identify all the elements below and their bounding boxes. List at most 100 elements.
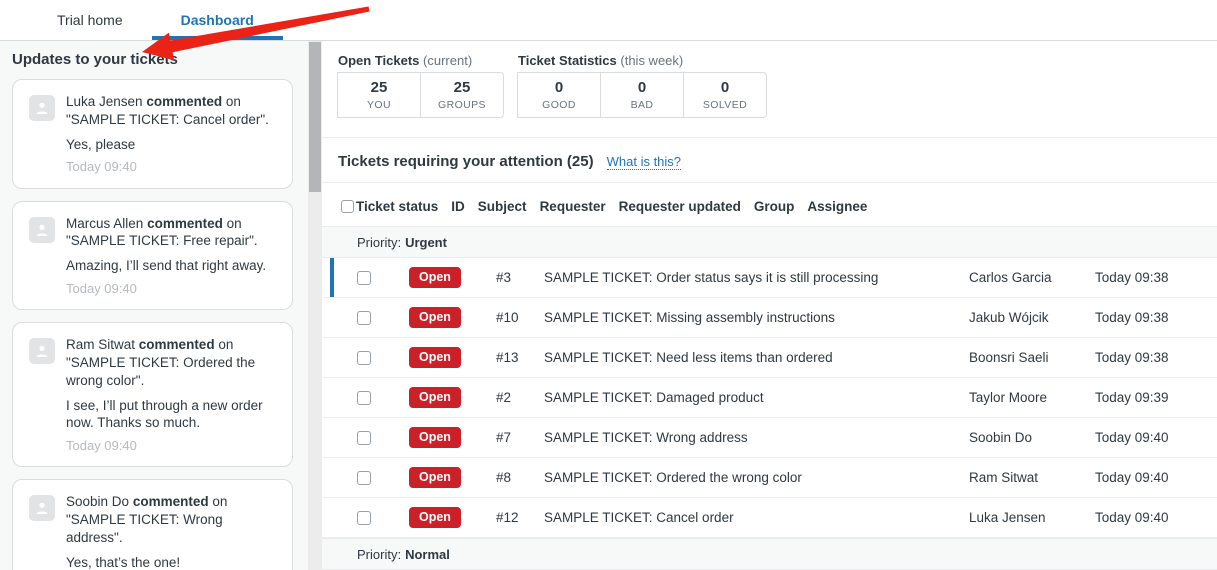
row-checkbox[interactable] xyxy=(357,271,371,285)
ticket-updated: Today 09:40 xyxy=(1095,430,1217,445)
status-badge: Open xyxy=(409,387,461,408)
update-card[interactable]: Ram Sitwat commented on "SAMPLE TICKET: … xyxy=(12,322,293,467)
stat-value: 25 xyxy=(454,79,471,96)
update-ticket-title: "SAMPLE TICKET: Wrong address". xyxy=(66,512,223,545)
update-ticket-title: "SAMPLE TICKET: Ordered the wrong color"… xyxy=(66,355,255,388)
ticket-row[interactable]: Open #8 SAMPLE TICKET: Ordered the wrong… xyxy=(322,458,1217,498)
stat-value: 0 xyxy=(721,79,729,96)
stat-value: 25 xyxy=(371,79,388,96)
row-checkbox[interactable] xyxy=(357,511,371,525)
ticket-requester: Ram Sitwat xyxy=(969,470,1095,485)
column-header: Ticket status xyxy=(356,199,438,214)
update-action: commented xyxy=(146,94,222,109)
status-badge: Open xyxy=(409,507,461,528)
ticket-subject: SAMPLE TICKET: Missing assembly instruct… xyxy=(544,310,969,325)
tab-trial-home[interactable]: Trial home xyxy=(28,0,152,40)
ticket-statistics-qualifier: (this week) xyxy=(620,53,683,68)
row-checkbox[interactable] xyxy=(357,311,371,325)
ticket-requester: Soobin Do xyxy=(969,430,1095,445)
person-avatar-icon xyxy=(29,95,55,121)
row-checkbox[interactable] xyxy=(357,391,371,405)
ticket-statistics-block: Ticket Statistics (this week) 0 GOOD 0 B… xyxy=(518,53,767,118)
tab-dashboard[interactable]: Dashboard xyxy=(152,0,283,40)
person-icon xyxy=(34,500,50,516)
row-checkbox[interactable] xyxy=(357,351,371,365)
update-ticket-title: "SAMPLE TICKET: Cancel order". xyxy=(66,112,269,127)
ticket-requester: Jakub Wójcik xyxy=(969,310,1095,325)
status-badge: Open xyxy=(409,347,461,368)
update-author: Marcus Allen xyxy=(66,216,143,231)
update-author-line: Marcus Allen commented on "SAMPLE TICKET… xyxy=(66,215,278,251)
column-header: ID xyxy=(451,199,465,214)
stat-label: YOU xyxy=(367,99,391,111)
ticket-subject: SAMPLE TICKET: Cancel order xyxy=(544,510,969,525)
update-message: Amazing, I’ll send that right away. xyxy=(66,257,278,275)
update-card[interactable]: Luka Jensen commented on "SAMPLE TICKET:… xyxy=(12,79,293,189)
ticket-statistics-title: Ticket Statistics xyxy=(518,53,617,68)
ticket-subject: SAMPLE TICKET: Need less items than orde… xyxy=(544,350,969,365)
ticket-row[interactable]: Open #12 SAMPLE TICKET: Cancel order Luk… xyxy=(322,498,1217,538)
ticket-id: #7 xyxy=(496,430,544,445)
stat-label: SOLVED xyxy=(703,99,747,111)
ticket-row[interactable]: Open #3 SAMPLE TICKET: Order status says… xyxy=(322,258,1217,298)
update-action: commented xyxy=(139,337,215,352)
ticket-row[interactable]: Open #10 SAMPLE TICKET: Missing assembly… xyxy=(322,298,1217,338)
status-badge: Open xyxy=(409,427,461,448)
update-ticket-title: "SAMPLE TICKET: Free repair". xyxy=(66,233,258,248)
update-card[interactable]: Soobin Do commented on "SAMPLE TICKET: W… xyxy=(12,479,293,570)
priority-band-urgent: Priority: Urgent xyxy=(322,226,1217,258)
ticket-updated: Today 09:39 xyxy=(1095,390,1217,405)
update-message: Yes, that’s the one! xyxy=(66,554,278,570)
priority-band-normal: Priority: Normal xyxy=(322,538,1217,570)
ticket-subject: SAMPLE TICKET: Order status says it is s… xyxy=(544,270,969,285)
row-checkbox[interactable] xyxy=(357,431,371,445)
dashboard-main: Open Tickets (current) 25 YOU 25 GROUPS xyxy=(322,41,1217,570)
ticket-row[interactable]: Open #13 SAMPLE TICKET: Need less items … xyxy=(322,338,1217,378)
content-area: Updates to your tickets Luka Jensen comm… xyxy=(0,41,1217,570)
ticket-updated: Today 09:38 xyxy=(1095,350,1217,365)
update-author-line: Ram Sitwat commented on "SAMPLE TICKET: … xyxy=(66,336,278,389)
stat-label: GROUPS xyxy=(438,99,486,111)
ticket-requester: Carlos Garcia xyxy=(969,270,1095,285)
ticket-table: Ticket status ID Subject Requester Reque… xyxy=(322,183,1217,570)
select-all-checkbox[interactable] xyxy=(341,200,354,213)
ticket-id: #2 xyxy=(496,390,544,405)
person-icon xyxy=(34,343,50,359)
ticket-id: #3 xyxy=(496,270,544,285)
active-tab-underline xyxy=(152,36,283,40)
person-avatar-icon xyxy=(29,217,55,243)
stat-cell: 0 SOLVED xyxy=(683,72,767,118)
update-author-line: Luka Jensen commented on "SAMPLE TICKET:… xyxy=(66,93,278,129)
update-author: Soobin Do xyxy=(66,494,129,509)
updates-sidebar: Updates to your tickets Luka Jensen comm… xyxy=(0,41,308,570)
person-avatar-icon xyxy=(29,495,55,521)
stat-value: 0 xyxy=(638,79,646,96)
update-action: commented xyxy=(147,216,223,231)
person-icon xyxy=(34,222,50,238)
ticket-requester: Luka Jensen xyxy=(969,510,1095,525)
column-header: Assignee xyxy=(807,199,867,214)
status-badge: Open xyxy=(409,307,461,328)
sidebar-scrollbar[interactable] xyxy=(308,41,322,570)
urgent-rows: Open #3 SAMPLE TICKET: Order status says… xyxy=(322,258,1217,538)
open-tickets-qualifier: (current) xyxy=(423,53,472,68)
open-tickets-title: Open Tickets xyxy=(338,53,419,68)
stat-cell: 25 YOU xyxy=(337,72,421,118)
row-checkbox[interactable] xyxy=(357,471,371,485)
ticket-row[interactable]: Open #2 SAMPLE TICKET: Damaged product T… xyxy=(322,378,1217,418)
ticket-row[interactable]: Open #7 SAMPLE TICKET: Wrong address Soo… xyxy=(322,418,1217,458)
update-message: Yes, please xyxy=(66,136,278,154)
attention-section: Tickets requiring your attention (25) Wh… xyxy=(322,138,1217,183)
person-icon xyxy=(34,100,50,116)
update-author: Luka Jensen xyxy=(66,94,143,109)
stat-cell: 0 GOOD xyxy=(517,72,601,118)
ticket-updated: Today 09:38 xyxy=(1095,270,1217,285)
updates-list: Luka Jensen commented on "SAMPLE TICKET:… xyxy=(0,79,308,570)
update-author-line: Soobin Do commented on "SAMPLE TICKET: W… xyxy=(66,493,278,546)
tab-dashboard-label: Dashboard xyxy=(181,12,254,28)
sidebar-scrollbar-thumb[interactable] xyxy=(309,42,321,192)
ticket-id: #13 xyxy=(496,350,544,365)
what-is-this-link[interactable]: What is this? xyxy=(607,154,681,170)
update-card[interactable]: Marcus Allen commented on "SAMPLE TICKET… xyxy=(12,201,293,311)
ticket-updated: Today 09:38 xyxy=(1095,310,1217,325)
